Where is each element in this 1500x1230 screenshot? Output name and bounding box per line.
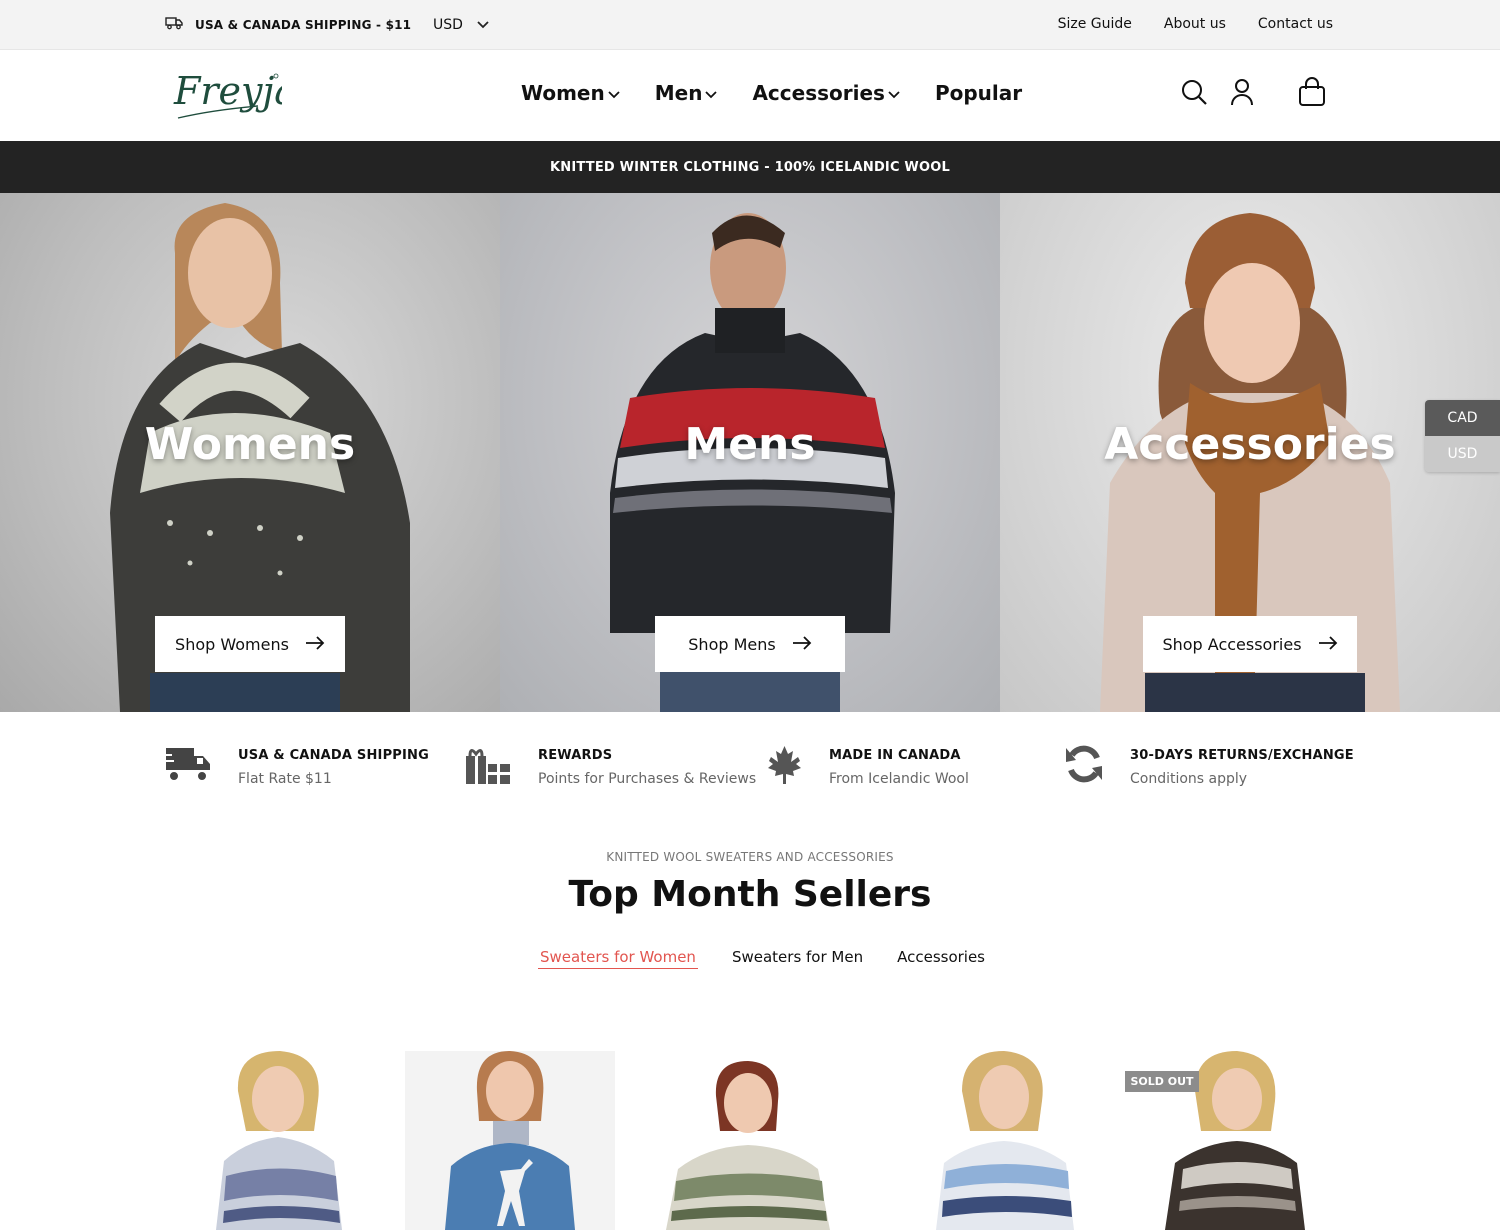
svg-text:Freyja: Freyja (173, 69, 282, 113)
shop-accessories-button[interactable]: Shop Accessories (1143, 616, 1357, 672)
tab-sweaters-men[interactable]: Sweaters for Men (732, 948, 863, 969)
account-icon[interactable] (1230, 78, 1254, 110)
nav-men-label: Men (654, 81, 703, 105)
feature-made-in-canada: MADE IN CANADA From Icelandic Wool (766, 744, 969, 790)
product-image (445, 1051, 575, 1230)
hero-mens-title: Mens (684, 419, 816, 470)
product-tabs: Sweaters for Women Sweaters for Men Acce… (538, 948, 985, 969)
feature-returns-title: 30-DAYS RETURNS/EXCHANGE (1130, 748, 1354, 763)
chevron-down-icon (887, 81, 901, 105)
feature-rewards-title: REWARDS (538, 748, 613, 763)
arrow-right-icon (305, 635, 325, 654)
main-nav: Women Men Accessories Popular (521, 81, 1022, 105)
contact-us-link[interactable]: Contact us (1258, 16, 1333, 32)
feature-canada-subtitle: From Icelandic Wool (829, 771, 969, 787)
logo[interactable]: Freyja (172, 64, 297, 124)
feature-rewards: REWARDS Points for Purchases & Reviews (464, 744, 756, 790)
feature-canada-title: MADE IN CANADA (829, 748, 961, 763)
shop-mens-button[interactable]: Shop Mens (655, 616, 845, 672)
feature-returns-subtitle: Conditions apply (1130, 771, 1248, 787)
feature-shipping: USA & CANADA SHIPPING Flat Rate $11 (164, 744, 429, 788)
product-card[interactable] (636, 1051, 846, 1230)
feature-shipping-title: USA & CANADA SHIPPING (238, 748, 430, 763)
size-guide-link[interactable]: Size Guide (1058, 16, 1132, 32)
currency-option-cad[interactable]: CAD (1425, 400, 1500, 436)
nav-women-label: Women (521, 81, 605, 105)
features-strip: USA & CANADA SHIPPING Flat Rate $11 REWA… (0, 712, 1500, 822)
currency-value: USD (433, 17, 463, 33)
about-us-link[interactable]: About us (1164, 16, 1226, 32)
truck-icon (164, 744, 212, 788)
nav-popular[interactable]: Popular (935, 81, 1022, 105)
currency-select[interactable]: USD (433, 17, 489, 33)
chevron-down-icon (477, 17, 489, 33)
announcement-text: KNITTED WINTER CLOTHING - 100% ICELANDIC… (550, 159, 950, 175)
product-image (936, 1051, 1074, 1230)
shop-womens-button[interactable]: Shop Womens (155, 616, 345, 672)
feature-shipping-subtitle: Flat Rate $11 (238, 771, 332, 787)
nav-men[interactable]: Men (655, 81, 719, 105)
nav-women[interactable]: Women (521, 81, 621, 105)
product-card[interactable] (176, 1051, 386, 1230)
nav-popular-label: Popular (934, 81, 1023, 105)
tab-accessories[interactable]: Accessories (897, 948, 985, 969)
nav-accessories[interactable]: Accessories (752, 81, 901, 105)
shop-womens-label: Shop Womens (175, 634, 289, 654)
gift-icon (464, 744, 512, 790)
announcement-bar: KNITTED WINTER CLOTHING - 100% ICELANDIC… (0, 141, 1500, 193)
feature-returns: 30-DAYS RETURNS/EXCHANGE Conditions appl… (1064, 744, 1354, 788)
product-card[interactable] (405, 1051, 615, 1230)
section-title: Top Month Sellers (568, 874, 932, 915)
arrow-right-icon (1318, 635, 1338, 654)
chevron-down-icon (704, 81, 718, 105)
feature-rewards-subtitle: Points for Purchases & Reviews (538, 771, 757, 787)
shop-accessories-label: Shop Accessories (1162, 634, 1302, 654)
hero-womens[interactable]: Womens Shop Womens (0, 193, 500, 712)
shipping-text: USA & CANADA SHIPPING - $11 (195, 17, 412, 32)
maple-leaf-icon (766, 744, 803, 790)
sold-out-badge: SOLD OUT (1125, 1071, 1199, 1092)
product-card[interactable] (906, 1051, 1116, 1230)
product-image (666, 1061, 830, 1230)
site-header: Freyja Women Men Accessories Popular (0, 50, 1500, 141)
hero-mens[interactable]: Mens Shop Mens (500, 193, 1000, 712)
tab-sweaters-women[interactable]: Sweaters for Women (538, 948, 698, 969)
currency-option-usd[interactable]: USD (1425, 436, 1500, 472)
truck-icon (165, 16, 183, 33)
hero-womens-title: Womens (144, 419, 356, 470)
shipping-notice: USA & CANADA SHIPPING - $11 (165, 16, 411, 33)
section-eyebrow: KNITTED WOOL SWEATERS AND ACCESSORIES (606, 850, 894, 864)
top-bar: USA & CANADA SHIPPING - $11 USD Size Gui… (0, 0, 1500, 50)
shop-mens-label: Shop Mens (688, 634, 776, 654)
cart-icon[interactable] (1298, 77, 1326, 111)
currency-switcher: CAD USD (1425, 400, 1500, 472)
nav-accessories-label: Accessories (752, 81, 885, 105)
search-icon[interactable] (1180, 78, 1208, 110)
refresh-icon (1064, 744, 1104, 788)
hero-banners: Womens Shop Womens Mens Shop Mens Access… (0, 193, 1500, 712)
arrow-right-icon (792, 635, 812, 654)
chevron-down-icon (607, 81, 621, 105)
product-image (216, 1051, 342, 1230)
